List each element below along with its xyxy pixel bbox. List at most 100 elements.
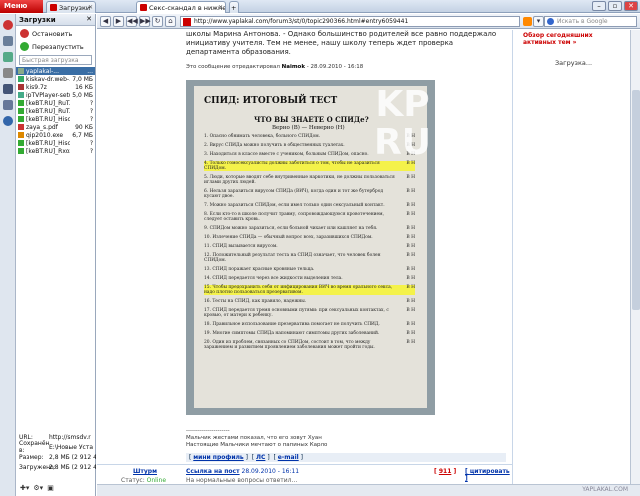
panel-view-icon[interactable]: ▣: [47, 484, 54, 494]
post-text: школы Марина Антонова. - Однако большинс…: [186, 30, 497, 56]
file-type-icon: [18, 68, 24, 74]
answer-options: В Н: [406, 226, 415, 231]
download-loaded-row: Загружено: 2,8 МБ (2 912 4: [19, 463, 96, 471]
restore-icon[interactable]: ▫: [608, 1, 622, 11]
home-icon[interactable]: ⌂: [165, 16, 176, 27]
download-item[interactable]: ipTVPlayer-setu...5,0 МБ: [16, 91, 95, 99]
question-text: 8. Если кто-то в школе получит травму, с…: [204, 212, 384, 222]
answer-options: В Н: [406, 285, 415, 290]
file-type-icon: [18, 148, 24, 154]
question-text: 9. СПИДом можно заразиться, если больной…: [204, 226, 378, 231]
quick-download-field[interactable]: Быстрая загрузка: [19, 55, 92, 65]
close-tab-icon[interactable]: ✕: [218, 4, 223, 11]
user-signature: ---------------------- Мальчик жестами п…: [186, 428, 328, 448]
answer-options: В Н: [406, 299, 415, 304]
search-field[interactable]: Искать в Google: [544, 16, 637, 27]
tab-downloads[interactable]: Загрузки ✕: [46, 1, 96, 13]
download-item[interactable]: kiskav-dr.web-... 7,0 МБ: [16, 75, 95, 83]
download-item[interactable]: [keBT.RU]_RuT...?: [16, 107, 95, 115]
download-size: 7,0 МБ: [72, 75, 93, 83]
download-item[interactable]: yaplakal-......: [16, 67, 95, 75]
question-text: 15. Чтобы предохранить себя от инфициров…: [204, 285, 393, 295]
rewind-icon[interactable]: ◀◀: [126, 16, 138, 27]
test-question: 7. Можно заразиться СПИДом, если имел то…: [204, 203, 415, 208]
download-size: ?: [89, 139, 93, 147]
download-item[interactable]: [keBT.RU]_Hisc...?: [16, 139, 95, 147]
download-saved-row: Сохранён в: E:\Новые Уста: [19, 440, 94, 454]
downloads-panel-icon[interactable]: [3, 84, 13, 94]
comment-author-link[interactable]: Штурм: [133, 468, 157, 475]
reload-icon[interactable]: ↻: [152, 16, 163, 27]
download-item[interactable]: [keBT.RU]_Hisc...?: [16, 115, 95, 123]
answer-options: В Н: [406, 267, 415, 272]
question-text: 12. Положительный результат теста на СПИ…: [204, 253, 381, 263]
file-type-icon: [18, 124, 24, 130]
mail-panel-icon[interactable]: [3, 36, 13, 46]
comment-text: На нормальные вопросы ответил...: [186, 477, 298, 484]
download-item[interactable]: [keBT.RU]_Rxox...?: [16, 147, 95, 155]
email-link[interactable]: e-mail: [278, 454, 299, 461]
test-question: 15. Чтобы предохранить себя от инфициров…: [204, 285, 415, 295]
close-tab-icon[interactable]: ✕: [88, 4, 93, 11]
question-text: 1. Опасно обнимать человека, больного СП…: [204, 134, 321, 139]
bookmarks-panel-icon[interactable]: [3, 20, 13, 30]
new-tab-button[interactable]: +: [229, 1, 239, 13]
vertical-scrollbar[interactable]: [630, 30, 640, 484]
download-size: ...: [87, 67, 93, 75]
private-message-link[interactable]: ЛС: [256, 454, 265, 461]
download-item[interactable]: zaya_s.pdf 90 КБ: [16, 123, 95, 131]
address-dropdown-icon[interactable]: ▾: [533, 16, 544, 27]
answer-options: В Н: [406, 340, 415, 345]
comment-number[interactable]: [ 911 ]: [434, 468, 456, 475]
navigation-bar: ◀ ▶ ◀◀ ▶▶ ↻ ⌂ http://www.yaplakal.com/fo…: [97, 14, 640, 29]
question-text: 16. Тесты на СПИД, как правило, надежны.: [204, 299, 307, 304]
panel-settings-icon[interactable]: ⚙▾: [33, 484, 43, 494]
download-item[interactable]: [keBT.RU]_RuT...?: [16, 99, 95, 107]
download-size: 6,7 МБ: [72, 131, 93, 139]
notes-panel-icon[interactable]: [3, 68, 13, 78]
download-name: kiskav-dr.web-...: [26, 75, 70, 83]
download-name: ipTVPlayer-setu...: [26, 91, 70, 99]
download-item[interactable]: kis9.7z 16 КБ: [16, 83, 95, 91]
restart-download-button[interactable]: Перезапустить: [16, 39, 95, 52]
opera-menu-button[interactable]: Меню: [0, 0, 43, 13]
download-item[interactable]: qip2010.exe 6,7 МБ: [16, 131, 95, 139]
answer-options: В Н: [406, 212, 415, 217]
download-name: qip2010.exe: [26, 131, 64, 139]
forward-icon[interactable]: ▶: [113, 16, 124, 27]
stop-download-button[interactable]: Остановить: [16, 26, 95, 39]
question-text: 3. Находиться в классе вместе с учеником…: [204, 152, 369, 157]
rss-feed-icon[interactable]: [523, 17, 532, 26]
active-topics-link[interactable]: Обзор сегодняшних активных тем »: [523, 32, 627, 46]
question-text: 2. Вирус СПИДа можно получить в обществе…: [204, 143, 345, 148]
question-text: 6. Нельзя заразиться вирусом СПИДа (ВИЧ)…: [204, 189, 384, 199]
scrollbar-thumb[interactable]: [632, 90, 640, 310]
minimize-icon[interactable]: –: [592, 1, 606, 11]
answer-options: В Н: [406, 253, 415, 258]
next-comment-header: Штурм Статус: Online Ссылка на пост 28.0…: [97, 464, 513, 484]
test-question: 8. Если кто-то в школе получит травму, с…: [204, 212, 415, 222]
file-type-icon: [18, 116, 24, 122]
close-window-icon[interactable]: ✕: [624, 1, 638, 11]
address-bar[interactable]: http://www.yaplakal.com/forum3/st/0/topi…: [180, 16, 520, 27]
question-text: 17. СПИД передается тремя основными путя…: [204, 308, 389, 318]
google-search-icon: [547, 18, 554, 25]
panel-add-icon[interactable]: ✚▾: [20, 484, 29, 494]
close-panel-icon[interactable]: ✕: [86, 15, 92, 23]
download-size: ?: [89, 99, 93, 107]
clock-panel-icon[interactable]: [3, 116, 13, 126]
history-panel-icon[interactable]: [3, 100, 13, 110]
quote-button[interactable]: [ цитировать ]: [465, 468, 513, 482]
download-name: [keBT.RU]_Rxox...: [26, 147, 70, 155]
fast-forward-icon[interactable]: ▶▶: [139, 16, 151, 27]
question-list: 1. Опасно обнимать человека, больного СП…: [204, 134, 415, 350]
tab-active-page[interactable]: Секс-скандал в нижнег... ✕: [136, 1, 226, 13]
answer-options: В Н: [406, 203, 415, 208]
mini-profile-link[interactable]: мини профиль: [193, 454, 243, 461]
download-name: [keBT.RU]_RuT...: [26, 107, 70, 115]
back-icon[interactable]: ◀: [100, 16, 111, 27]
test-question: 20. Один из проблем, связанных со СПИДом…: [204, 340, 415, 350]
comment-permalink[interactable]: Ссылка на пост 28.09.2010 - 16:11: [186, 468, 299, 475]
test-question: 17. СПИД передается тремя основными путя…: [204, 308, 415, 318]
contacts-panel-icon[interactable]: [3, 52, 13, 62]
